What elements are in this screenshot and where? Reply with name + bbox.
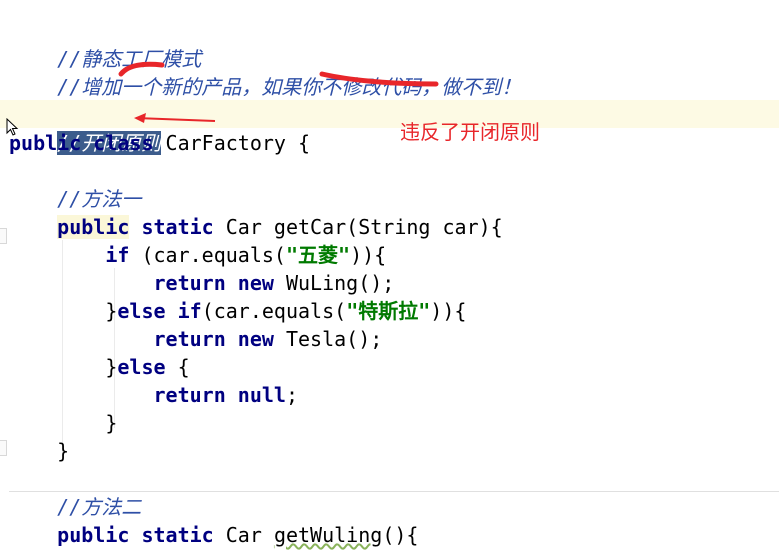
condition-start: (car.equals( xyxy=(129,243,286,267)
fold-marker[interactable] xyxy=(0,440,7,456)
semicolon: ; xyxy=(285,383,299,407)
keyword-else: else xyxy=(117,355,166,379)
brace-close: } xyxy=(105,411,118,435)
constructor-tesla: Tesla(); xyxy=(273,327,383,351)
keyword-null: null xyxy=(237,383,286,407)
keyword-static: static xyxy=(141,215,214,239)
code-line-11: }else if(car.equals("特斯拉")){ xyxy=(9,297,466,325)
annotation-violates-open-closed: 违反了开闭原则 xyxy=(400,120,540,144)
brace-close: } xyxy=(57,439,70,463)
code-line-14: return null; xyxy=(9,381,299,409)
method-params: (){ xyxy=(382,523,419,547)
keyword-return: return xyxy=(153,271,226,295)
class-declaration: CarFactory { xyxy=(153,131,311,155)
code-line-16: } xyxy=(9,437,69,465)
keyword-class: class xyxy=(93,131,154,155)
code-editor[interactable]: //静态工厂模式 //增加一个新的产品，如果你不修改代码，做不到！ //开闭原则… xyxy=(0,0,779,556)
code-line-13: }else { xyxy=(9,353,190,381)
code-line-10: return new WuLing(); xyxy=(9,269,395,297)
brace: } xyxy=(105,355,118,379)
brace: } xyxy=(105,299,118,323)
keyword-public: public xyxy=(57,215,130,239)
code-line-19: public static Car getWuling(){ xyxy=(9,521,418,549)
code-line-2: //增加一个新的产品，如果你不修改代码，做不到！ xyxy=(9,45,521,99)
red-underline-mark xyxy=(319,71,439,87)
keyword-return: return xyxy=(153,383,226,407)
code-line-9: if (car.equals("五菱")){ xyxy=(9,241,386,269)
condition-start: (car.equals( xyxy=(201,299,347,323)
red-arrow-icon xyxy=(134,113,216,123)
comment-method-two: //方法二 xyxy=(57,495,142,519)
keyword-return: return xyxy=(153,327,226,351)
keyword-static: static xyxy=(141,523,214,547)
constructor-wuling: WuLing(); xyxy=(273,271,395,295)
brace-open: { xyxy=(165,355,190,379)
condition-end: )){ xyxy=(350,243,387,267)
keyword-new: new xyxy=(237,271,274,295)
return-type: Car xyxy=(213,523,274,547)
string-wuling: "五菱" xyxy=(285,243,351,267)
comment-method-one: //方法一 xyxy=(57,187,142,211)
keyword-if: if xyxy=(105,243,130,267)
keyword-if: if xyxy=(177,299,202,323)
code-line-5: public class CarFactory { xyxy=(9,129,310,157)
method-signature-getcar: Car getCar(String car){ xyxy=(213,215,503,239)
code-line-18: //方法二 xyxy=(9,493,141,521)
condition-end: )){ xyxy=(430,299,467,323)
red-underline-mark xyxy=(118,61,165,77)
code-line-8: public static Car getCar(String car){ xyxy=(9,213,503,241)
keyword-public: public xyxy=(57,523,130,547)
fold-marker[interactable] xyxy=(0,228,7,244)
string-tesla: "特斯拉" xyxy=(346,299,431,323)
keyword-else: else xyxy=(117,299,166,323)
method-name-getwuling: getWuling xyxy=(273,523,383,547)
keyword-new: new xyxy=(237,327,274,351)
code-line-12: return new Tesla(); xyxy=(9,325,383,353)
text-cursor-arrow-icon xyxy=(6,118,19,136)
code-line-1: //静态工厂模式 xyxy=(9,17,201,71)
code-line-15: } xyxy=(9,409,117,437)
code-line-7: //方法一 xyxy=(9,185,141,213)
method-separator xyxy=(9,491,779,492)
